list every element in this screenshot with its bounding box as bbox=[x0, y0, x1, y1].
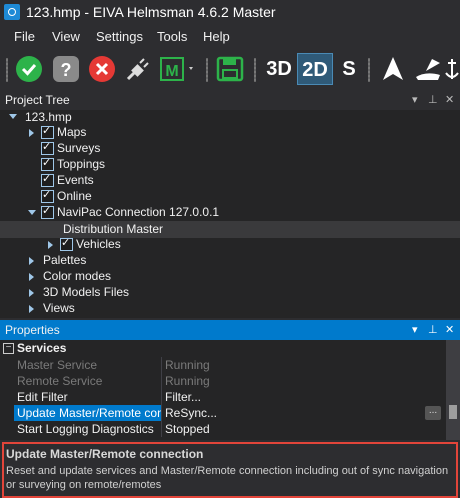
tree-item-maps[interactable]: Maps bbox=[57, 125, 86, 139]
expand-icon[interactable] bbox=[29, 257, 34, 265]
section-services: Services bbox=[17, 341, 67, 355]
checkbox-online[interactable] bbox=[41, 188, 54, 203]
menu-tools[interactable]: Tools bbox=[157, 29, 187, 44]
menu-settings[interactable]: Settings bbox=[96, 29, 143, 44]
mode-dropdown-button[interactable]: M bbox=[158, 53, 198, 85]
tree-item-distribution-master[interactable]: Distribution Master bbox=[63, 222, 163, 236]
tree-item-events[interactable]: Events bbox=[57, 173, 94, 187]
properties-title: Properties bbox=[5, 323, 60, 337]
start-button[interactable] bbox=[13, 53, 45, 85]
tree-item-views[interactable]: Views bbox=[43, 301, 75, 315]
mode-m-icon: M bbox=[160, 57, 193, 81]
prop-value: Stopped bbox=[165, 422, 210, 436]
svg-text:M: M bbox=[165, 63, 178, 80]
vessel-icon bbox=[416, 59, 440, 80]
window-title: 123.hmp - EIVA Helmsman 4.6.2 Master bbox=[26, 4, 276, 20]
view-3d-button[interactable]: 3D bbox=[262, 53, 296, 85]
description-title: Update Master/Remote connection bbox=[6, 447, 204, 461]
connect-button[interactable] bbox=[122, 53, 154, 85]
question-icon: ? bbox=[53, 56, 79, 82]
tree-root[interactable]: 123.hmp bbox=[25, 110, 72, 124]
tree-item-vehicles[interactable]: Vehicles bbox=[76, 237, 121, 251]
checkbox-surveys[interactable] bbox=[41, 140, 54, 155]
expand-icon[interactable] bbox=[29, 305, 34, 313]
menu-help[interactable]: Help bbox=[203, 29, 230, 44]
expand-icon[interactable] bbox=[29, 273, 34, 281]
toolbar-grip[interactable] bbox=[6, 58, 8, 82]
prop-value: Filter... bbox=[165, 390, 202, 404]
collapse-icon[interactable] bbox=[28, 210, 36, 215]
toolbar-grip-2[interactable] bbox=[206, 58, 208, 82]
prop-row[interactable]: Master Service Running bbox=[0, 357, 444, 373]
scrollbar-thumb[interactable] bbox=[449, 405, 457, 419]
prop-row[interactable]: Remote Service Running bbox=[0, 373, 444, 389]
toolbar-grip-4[interactable] bbox=[368, 58, 370, 82]
vessel-button[interactable] bbox=[412, 53, 444, 85]
tree-item-toppings[interactable]: Toppings bbox=[57, 157, 105, 171]
view-2d-button[interactable]: 2D bbox=[297, 53, 333, 85]
expand-icon[interactable] bbox=[29, 129, 34, 137]
prop-name: Start Logging Diagnostics bbox=[17, 422, 154, 436]
checkbox-events[interactable] bbox=[41, 172, 54, 187]
checkbox-vehicles[interactable] bbox=[60, 236, 73, 251]
tree-item-online[interactable]: Online bbox=[57, 189, 92, 203]
project-tree-title: Project Tree bbox=[5, 93, 70, 107]
project-tree-header: Project Tree ▾ ⊥ ✕ bbox=[0, 90, 460, 110]
menu-view[interactable]: View bbox=[52, 29, 80, 44]
navigation-button[interactable] bbox=[377, 53, 409, 85]
help-button[interactable]: ? bbox=[50, 53, 82, 85]
tree-item-palettes[interactable]: Palettes bbox=[43, 253, 86, 267]
tree-item-color-modes[interactable]: Color modes bbox=[43, 269, 111, 283]
pin-icon[interactable]: ⊥ bbox=[428, 93, 438, 106]
prop-name: Master Service bbox=[17, 358, 98, 372]
expand-icon[interactable] bbox=[48, 241, 53, 249]
prop-row[interactable]: Start Logging Diagnostics Stopped bbox=[0, 421, 444, 437]
prop-row[interactable]: Edit Filter Filter... bbox=[0, 389, 444, 405]
prop-value: Running bbox=[165, 358, 210, 372]
plug-icon bbox=[126, 58, 149, 81]
stop-button[interactable] bbox=[86, 53, 118, 85]
dropdown-icon[interactable]: ▾ bbox=[412, 93, 418, 106]
toolbar-grip-3[interactable] bbox=[254, 58, 256, 82]
description-text: Reset and update services and Master/Rem… bbox=[6, 465, 449, 491]
prop-value: ReSync... bbox=[165, 406, 218, 420]
properties-header: Properties ▾ ⊥ ✕ bbox=[0, 320, 460, 340]
checkbox-toppings[interactable] bbox=[41, 156, 54, 171]
prop-name: Remote Service bbox=[17, 374, 103, 388]
checkbox-maps[interactable] bbox=[41, 124, 54, 139]
ellipsis-button[interactable]: ... bbox=[425, 406, 441, 420]
prop-name: Update Master/Remote conne bbox=[17, 406, 161, 420]
tree-item-navipac-connection[interactable]: NaviPac Connection 127.0.0.1 bbox=[57, 205, 219, 219]
view-s-button[interactable]: S bbox=[336, 53, 362, 85]
save-icon bbox=[216, 56, 244, 82]
save-button[interactable] bbox=[214, 53, 246, 85]
close-panel-icon[interactable]: ✕ bbox=[445, 93, 454, 106]
dropdown-icon[interactable]: ▾ bbox=[412, 323, 418, 336]
collapse-section-icon[interactable]: − bbox=[3, 343, 14, 354]
svg-text:?: ? bbox=[61, 60, 72, 80]
checkbox-navipac[interactable] bbox=[41, 204, 54, 219]
arrow-up-icon bbox=[383, 57, 403, 80]
tree-item-3d-models-files[interactable]: 3D Models Files bbox=[43, 285, 129, 299]
prop-name: Edit Filter bbox=[17, 390, 68, 404]
expand-icon[interactable] bbox=[29, 289, 34, 297]
prop-row-selected[interactable]: Update Master/Remote conne ReSync... ... bbox=[0, 405, 444, 421]
anchor-icon bbox=[445, 59, 459, 79]
collapse-icon[interactable] bbox=[9, 114, 17, 119]
app-logo-icon bbox=[4, 4, 20, 20]
tree-item-surveys[interactable]: Surveys bbox=[57, 141, 100, 155]
check-icon bbox=[16, 56, 42, 82]
close-icon bbox=[89, 56, 115, 82]
pin-icon[interactable]: ⊥ bbox=[428, 323, 438, 336]
prop-value: Running bbox=[165, 374, 210, 388]
menu-file[interactable]: File bbox=[14, 29, 35, 44]
close-panel-icon[interactable]: ✕ bbox=[445, 323, 454, 336]
vertical-scrollbar[interactable] bbox=[446, 340, 460, 440]
anchor-button[interactable] bbox=[444, 53, 460, 85]
